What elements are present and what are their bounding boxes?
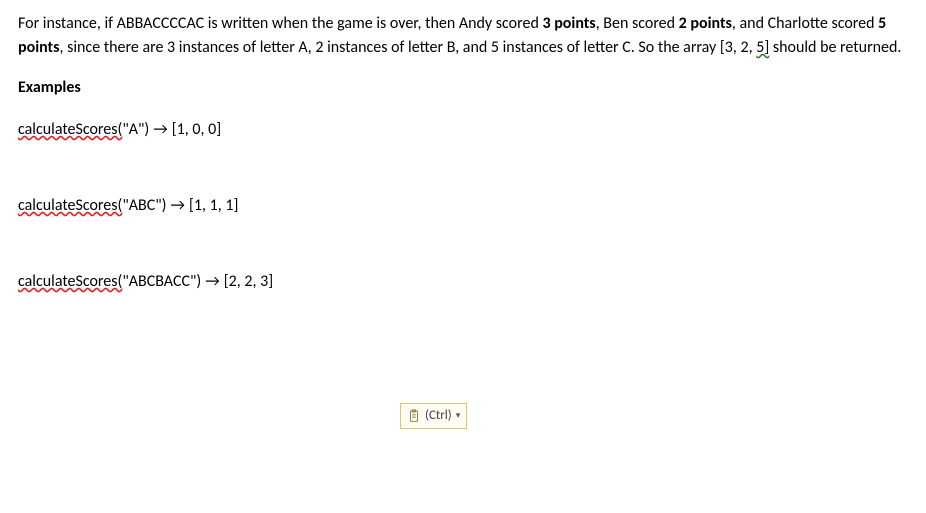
example-arg: "A") bbox=[122, 120, 149, 139]
text: , Ben scored bbox=[596, 14, 679, 33]
example-1: calculateScores("A")→[1, 0, 0] bbox=[18, 118, 908, 142]
clipboard-icon bbox=[407, 409, 421, 423]
intro-paragraph: For instance, if ABBACCCCAC is written w… bbox=[18, 12, 908, 60]
text: should be returned. bbox=[769, 38, 901, 57]
text: , since there are 3 instances of letter … bbox=[59, 38, 756, 57]
example-3: calculateScores("ABCBACC")→[2, 2, 3] bbox=[18, 270, 908, 294]
spell-squiggle: calculateScores( bbox=[18, 272, 122, 291]
arrow-icon: → bbox=[201, 272, 223, 291]
paste-options-label: (Ctrl) bbox=[425, 406, 452, 426]
arrow-icon: → bbox=[167, 196, 189, 215]
chevron-down-icon: ▾ bbox=[456, 409, 461, 423]
example-2: calculateScores("ABC")→[1, 1, 1] bbox=[18, 194, 908, 218]
paste-options-button[interactable]: (Ctrl) ▾ bbox=[400, 403, 467, 429]
bold-3-points: 3 points bbox=[542, 14, 595, 33]
bold-2-points: 2 points bbox=[679, 14, 732, 33]
text: , and Charlotte scored bbox=[732, 14, 878, 33]
example-result: [1, 1, 1] bbox=[189, 196, 238, 215]
spell-squiggle: calculateScores( bbox=[18, 120, 122, 139]
example-arg: "ABCBACC") bbox=[122, 272, 201, 291]
text: For instance, if ABBACCCCAC is written w… bbox=[18, 14, 542, 33]
arrow-icon: → bbox=[149, 120, 171, 139]
example-arg: "ABC") bbox=[122, 196, 166, 215]
example-result: [2, 2, 3] bbox=[224, 272, 273, 291]
spell-squiggle: calculateScores( bbox=[18, 196, 122, 215]
examples-heading: Examples bbox=[18, 76, 908, 100]
example-result: [1, 0, 0] bbox=[172, 120, 221, 139]
grammar-squiggle: 5] bbox=[756, 38, 769, 57]
